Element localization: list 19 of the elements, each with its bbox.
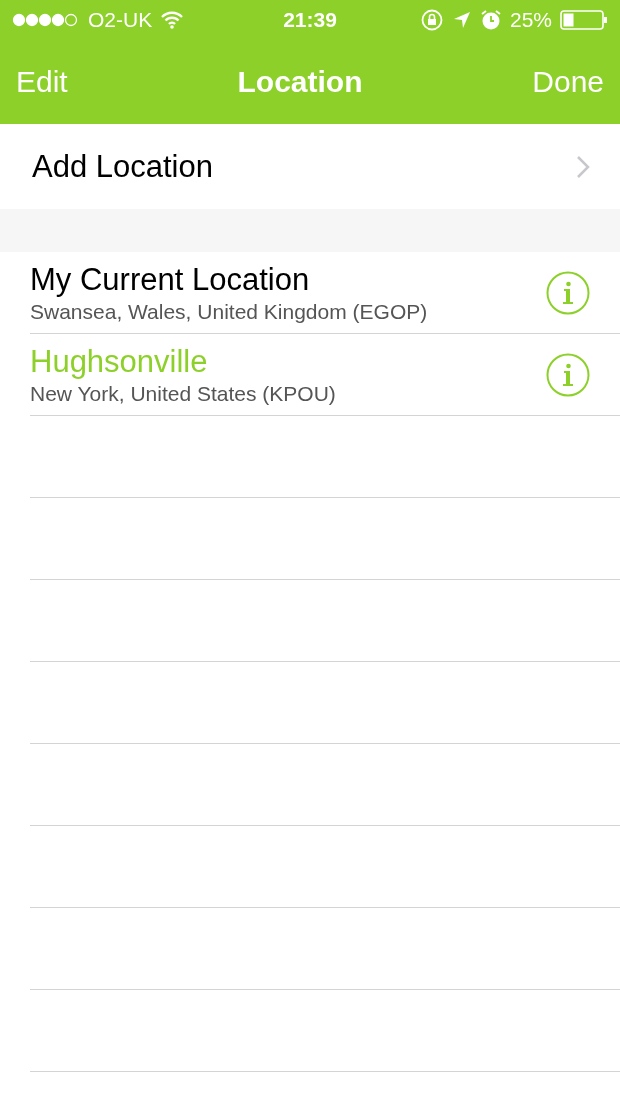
- wifi-icon: [160, 11, 185, 29]
- carrier-name: O2-UK: [88, 8, 153, 32]
- done-button[interactable]: Done: [532, 65, 604, 99]
- edit-button[interactable]: Edit: [16, 65, 68, 99]
- alarm-clock-icon: [479, 9, 502, 31]
- battery-percentage: 25%: [509, 8, 552, 32]
- rotation-lock-icon: [419, 8, 444, 32]
- chevron-icon: [576, 154, 590, 179]
- location-name[interactable]: Hughsonville: [30, 343, 546, 380]
- battery-icon: [560, 10, 608, 30]
- location-detail: Swansea, Wales, United Kingdom (EGOP): [30, 299, 429, 324]
- location-detail: New York, United States (KPOU): [30, 381, 337, 406]
- add-location-label: Add Location: [32, 148, 214, 185]
- clock: 21:39: [283, 8, 337, 32]
- info-icon[interactable]: [546, 270, 590, 315]
- location-name[interactable]: My Current Location: [30, 261, 546, 298]
- info-icon[interactable]: [546, 352, 590, 397]
- screen-title: Location: [236, 65, 364, 99]
- signal-icon: [12, 13, 80, 27]
